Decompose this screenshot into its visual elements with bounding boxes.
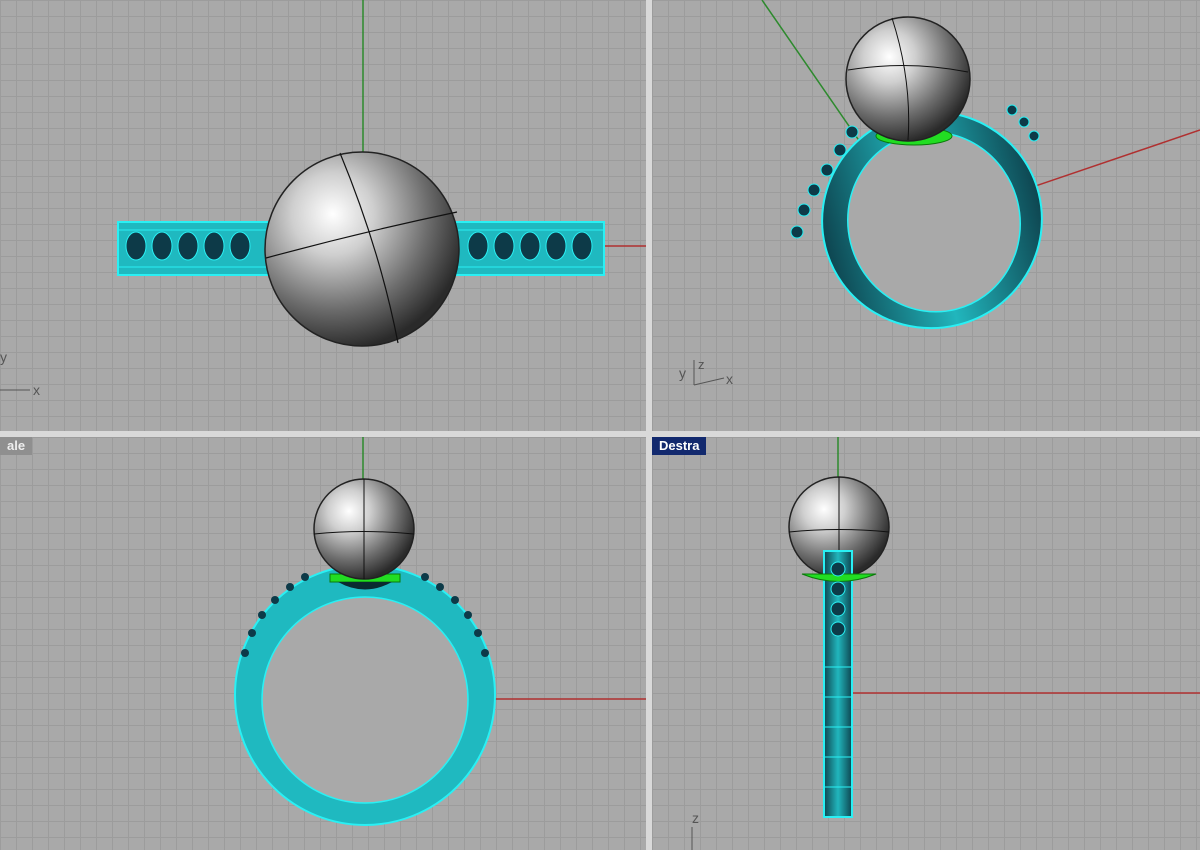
pearl-top <box>264 151 460 347</box>
pearl-perspective <box>845 16 971 142</box>
axis-x-label: x <box>726 371 733 387</box>
ring-front <box>234 564 496 826</box>
ring-right <box>801 550 877 818</box>
axis-y-label: y <box>0 349 7 365</box>
axis-x-label: x <box>33 382 40 398</box>
viewport-perspective-scene: x y z <box>679 0 1200 387</box>
pearl-front <box>313 478 415 580</box>
viewport-perspective[interactable]: x y z <box>652 0 1200 431</box>
viewport-top[interactable]: x y <box>0 0 646 431</box>
axis-z-label: z <box>698 357 705 372</box>
viewport-top-scene: x y <box>0 0 646 398</box>
viewport-right[interactable]: z Destra <box>652 437 1200 850</box>
axis-z-label: z <box>692 810 699 826</box>
axis-y-label: y <box>679 365 686 381</box>
viewport-front[interactable]: ale <box>0 437 646 850</box>
viewport-front-scene <box>234 437 646 826</box>
viewport-right-scene: z <box>691 437 1200 850</box>
viewport-label-right[interactable]: Destra <box>652 437 707 455</box>
viewport-label-front[interactable]: ale <box>0 437 33 455</box>
